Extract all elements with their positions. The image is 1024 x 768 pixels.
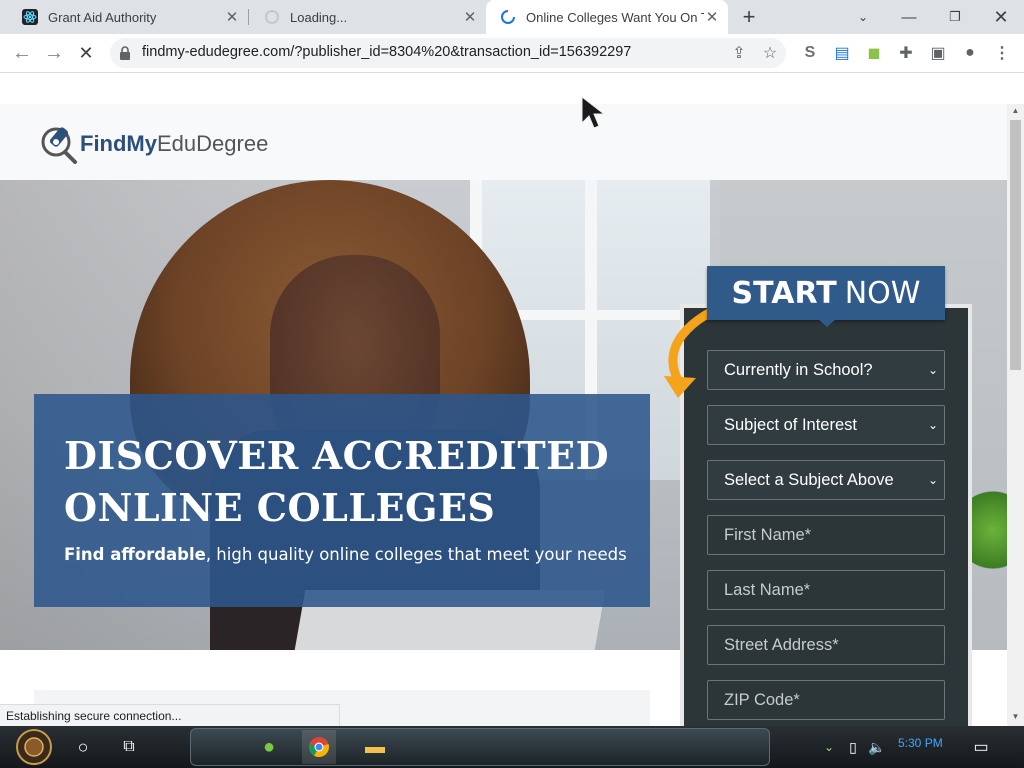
chevron-down-icon: ⌄: [927, 418, 938, 432]
close-window-button[interactable]: ✕: [978, 0, 1024, 34]
chrome-app-icon[interactable]: [302, 730, 336, 764]
magnifier-logo-icon[interactable]: [38, 122, 80, 164]
profile-avatar-icon[interactable]: ●: [955, 38, 985, 68]
select-value: Currently in School?: [724, 360, 873, 379]
subline-rest: , high quality online colleges that meet…: [205, 545, 627, 564]
tab-search-icon[interactable]: ⌄: [840, 0, 886, 34]
extension-notes-icon[interactable]: ▤: [827, 38, 857, 68]
url-text[interactable]: findmy-edudegree.com/?publisher_id=8304%…: [142, 44, 631, 60]
tab-title: Grant Aid Authority: [48, 9, 157, 25]
side-panel-icon[interactable]: ▣: [923, 38, 953, 68]
search-circle-icon[interactable]: ○: [66, 730, 100, 764]
react-favicon-icon: [22, 9, 38, 25]
task-view-icon[interactable]: ⧉: [112, 730, 146, 764]
specific-subject-select[interactable]: Select a Subject Above ⌄: [707, 460, 945, 500]
mouse-cursor-icon: [581, 95, 606, 129]
file-explorer-icon[interactable]: ▬: [358, 730, 392, 764]
scroll-down-arrow-icon[interactable]: ▼: [1007, 710, 1024, 724]
logo-light-text: EduDegree: [157, 131, 269, 156]
hero-plant: [972, 480, 1007, 580]
banner-light-text: NOW: [844, 275, 921, 311]
headline-line-1: DISCOVER ACCREDITED: [64, 433, 610, 478]
tab-online-colleges[interactable]: Online Colleges Want You On T ✕: [486, 0, 728, 34]
close-icon[interactable]: ✕: [704, 8, 720, 26]
start-now-banner: START NOW: [707, 266, 945, 320]
start-menu-icon[interactable]: [12, 728, 56, 766]
tab-loading[interactable]: Loading... ✕: [250, 0, 486, 34]
site-logo[interactable]: FindMyEduDegree: [80, 131, 268, 157]
tab-title: Loading...: [290, 9, 348, 25]
extension-bag-icon[interactable]: ◼: [859, 38, 889, 68]
headline-line-2: ONLINE COLLEGES: [64, 485, 496, 530]
zip-code-placeholder: ZIP Code*: [724, 690, 800, 709]
last-name-placeholder: Last Name*: [724, 580, 811, 599]
menu-kebab-icon[interactable]: ⋮: [987, 38, 1017, 68]
first-name-placeholder: First Name*: [724, 525, 812, 544]
stop-loading-icon[interactable]: ✕: [70, 34, 102, 72]
subline-bold: Find affordable: [64, 545, 206, 564]
bookmark-star-icon[interactable]: ☆: [755, 38, 785, 68]
page-headline: DISCOVER ACCREDITED ONLINE COLLEGES: [64, 430, 609, 534]
volume-muted-icon[interactable]: 🔈: [860, 730, 894, 764]
tab-grant-aid[interactable]: Grant Aid Authority ✕: [8, 0, 248, 34]
restore-button[interactable]: ❐: [932, 0, 978, 34]
school-status-select[interactable]: Currently in School? ⌄: [707, 350, 945, 390]
minimize-button[interactable]: —: [886, 0, 932, 34]
close-icon[interactable]: ✕: [224, 8, 240, 26]
notifications-icon[interactable]: ▭: [964, 730, 998, 764]
chrome-logo-icon: [309, 737, 329, 758]
select-value: Subject of Interest: [724, 415, 857, 434]
loading-spinner-icon: [501, 10, 515, 24]
status-bubble: Establishing secure connection...: [0, 704, 340, 726]
tab-title: Online Colleges Want You On T: [526, 9, 704, 25]
chevron-down-icon: ⌄: [927, 473, 938, 487]
extensions-puzzle-icon[interactable]: ✚: [891, 38, 921, 68]
street-address-placeholder: Street Address*: [724, 635, 839, 654]
close-icon[interactable]: ✕: [462, 8, 478, 26]
lock-icon[interactable]: [119, 46, 131, 60]
banner-bold-text: START: [731, 275, 837, 311]
first-name-field[interactable]: First Name*: [707, 515, 945, 555]
street-address-field[interactable]: Street Address*: [707, 625, 945, 665]
forward-arrow-icon[interactable]: →: [38, 34, 70, 72]
page-subheadline: Find affordable, high quality online col…: [64, 545, 627, 564]
subject-of-interest-select[interactable]: Subject of Interest ⌄: [707, 405, 945, 445]
banner-pointer: [818, 319, 836, 327]
scrollbar-thumb[interactable]: [1010, 120, 1021, 370]
last-name-field[interactable]: Last Name*: [707, 570, 945, 610]
spotify-app-icon[interactable]: ●: [252, 730, 286, 764]
scroll-up-arrow-icon[interactable]: ▲: [1007, 104, 1024, 118]
back-arrow-icon[interactable]: ←: [6, 34, 38, 72]
taskbar-clock[interactable]: 5:30 PM: [898, 736, 943, 750]
loading-spinner-icon: [265, 10, 279, 24]
chevron-down-icon: ⌄: [927, 363, 938, 377]
new-tab-button[interactable]: +: [726, 0, 772, 34]
extension-s-icon[interactable]: S: [795, 38, 825, 68]
select-value: Select a Subject Above: [724, 470, 894, 489]
share-icon[interactable]: ⇪: [724, 38, 754, 68]
logo-bold-text: FindMy: [80, 131, 157, 156]
zip-code-field[interactable]: ZIP Code*: [707, 680, 945, 720]
tab-separator: [248, 9, 249, 25]
